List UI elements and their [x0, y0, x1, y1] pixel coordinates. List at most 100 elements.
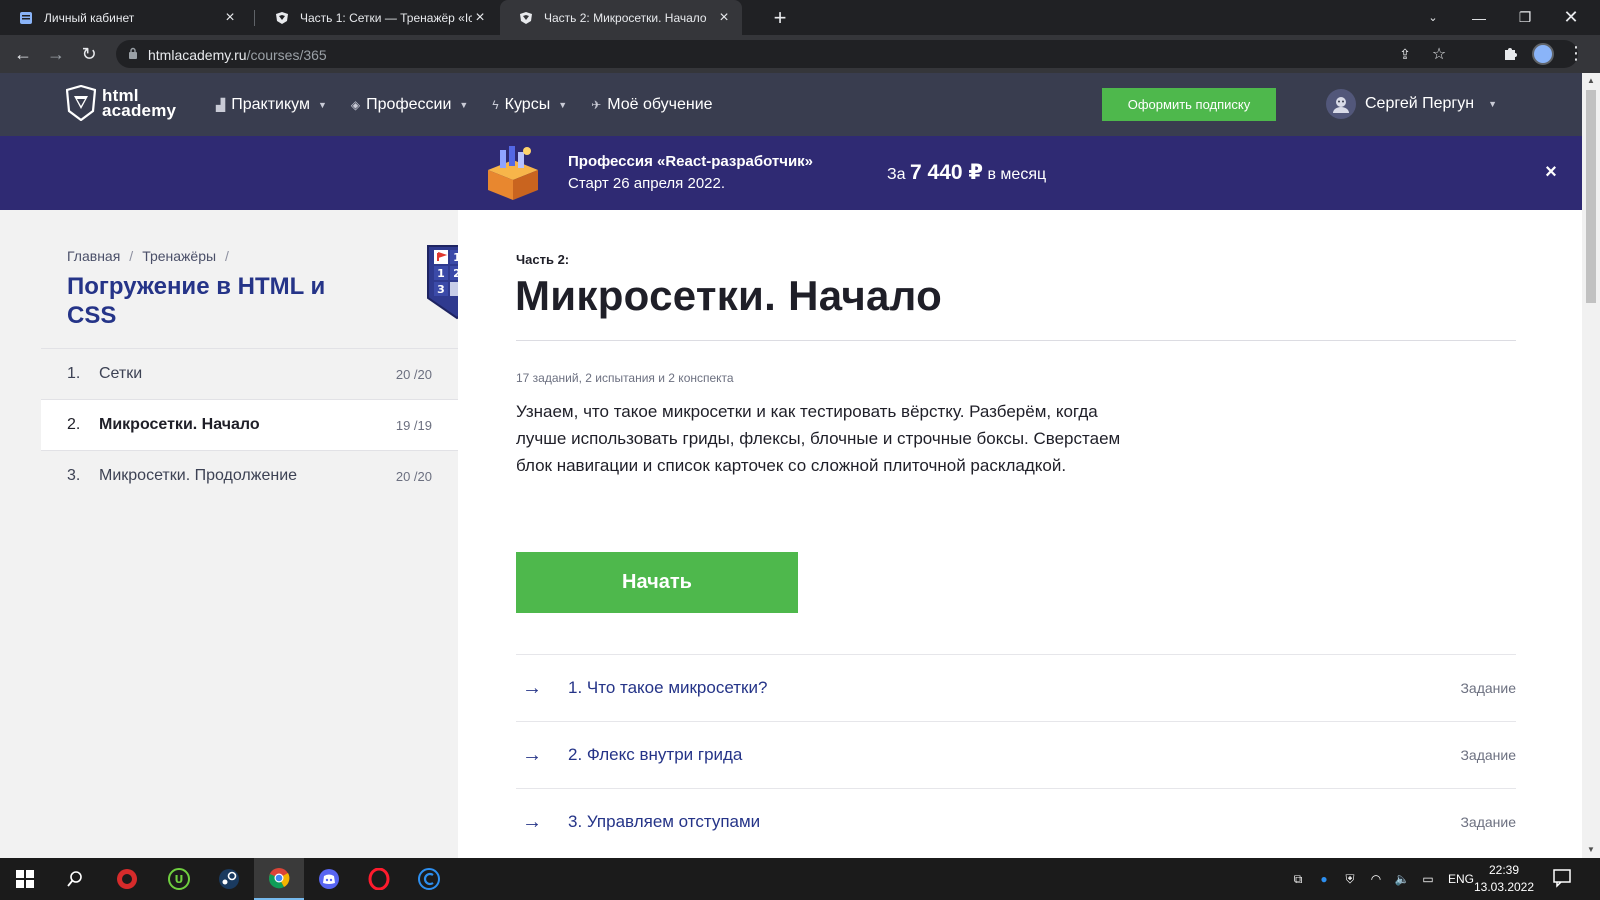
- network-vpn-icon[interactable]: ●: [1314, 872, 1334, 886]
- close-window-icon[interactable]: ✕: [1548, 0, 1594, 35]
- svg-text:1: 1: [437, 267, 445, 280]
- profile-avatar[interactable]: [1532, 43, 1554, 65]
- utorrent-icon[interactable]: U: [154, 858, 204, 900]
- tab-title: Личный кабинет: [44, 10, 135, 25]
- chapter-progress: 19 /19: [395, 417, 432, 433]
- back-icon[interactable]: ←: [10, 42, 36, 66]
- course-title: Погружение в HTML и CSS: [67, 273, 326, 329]
- chevron-down-icon: ▼: [317, 99, 327, 110]
- game-app-icon[interactable]: [102, 858, 152, 900]
- lightning-icon: ϟ: [492, 97, 499, 112]
- list-item[interactable]: → 3. Управляем отступами Задание: [516, 788, 1516, 855]
- bookmark-star-icon[interactable]: ☆: [1430, 45, 1448, 63]
- avatar: [1326, 89, 1356, 119]
- nav-item-professions[interactable]: ◈ Профессии ▼: [351, 96, 468, 114]
- chapter-progress: 20 /20: [395, 468, 432, 484]
- academy-shield-icon: [66, 85, 96, 121]
- part-label: Часть 2:: [516, 252, 570, 267]
- forward-icon[interactable]: →: [43, 42, 69, 66]
- nav-item-courses[interactable]: ϟ Курсы ▼: [492, 96, 567, 114]
- list-item[interactable]: 2. Микросетки. Начало 19 /19: [41, 399, 458, 450]
- price-value: 7 440 ₽: [910, 161, 984, 184]
- tab-title: Часть 1: Сетки — Тренажёр «Ic: [300, 10, 472, 25]
- wifi-icon[interactable]: ◠: [1366, 872, 1386, 886]
- close-tab-icon[interactable]: ×: [472, 9, 488, 27]
- page-scrollbar[interactable]: ▲ ▼: [1582, 73, 1600, 858]
- tab-search-icon[interactable]: ⌄: [1410, 0, 1456, 35]
- minimize-window-icon[interactable]: —: [1456, 0, 1502, 35]
- promo-subtitle: Старт 26 апреля 2022.: [568, 175, 726, 192]
- promo-banner[interactable]: Профессия «React-разработчик» Старт 26 а…: [0, 136, 1582, 210]
- tab-title: Часть 2: Микросетки. Начало: [544, 10, 707, 25]
- task-type: Задание: [1460, 747, 1516, 763]
- list-item[interactable]: → 2. Флекс внутри грида Задание: [516, 721, 1516, 788]
- search-icon[interactable]: [50, 858, 100, 900]
- lesson-description: Узнаем, что такое микросетки и как тести…: [516, 402, 1121, 475]
- breadcrumb-link-home[interactable]: Главная: [67, 248, 120, 264]
- close-tab-icon[interactable]: ×: [222, 9, 238, 27]
- security-shield-icon[interactable]: ⛨: [1340, 872, 1360, 887]
- tab-part-1[interactable]: Часть 1: Сетки — Тренажёр «Ic ×: [256, 0, 498, 35]
- clock-time: 22:39: [1488, 863, 1520, 877]
- ccleaner-icon[interactable]: [404, 858, 454, 900]
- windows-start-icon[interactable]: [0, 858, 50, 900]
- lesson-summary: 17 заданий, 2 испытания и 2 конспекта: [516, 371, 734, 385]
- browser-menu-icon[interactable]: ⋮: [1566, 43, 1586, 63]
- list-item[interactable]: 1. Сетки 20 /20: [41, 348, 458, 399]
- volume-icon[interactable]: 🔈: [1392, 872, 1412, 886]
- promo-title: Профессия «React-разработчик»: [568, 153, 814, 170]
- list-item[interactable]: 3. Микросетки. Продолжение 20 /20: [41, 450, 458, 501]
- browser-toolbar: ← → ↻ htmlacademy.ru/courses/365 ⇪ ☆ ⋮: [0, 35, 1600, 73]
- arrow-right-icon: →: [522, 676, 542, 699]
- promo-box-illustration: [488, 146, 538, 200]
- extensions-puzzle-icon[interactable]: [1500, 44, 1520, 64]
- breadcrumb: Главная / Тренажёры /: [67, 248, 238, 264]
- lesson-content: Часть 2: Микросетки. Начало 17 заданий, …: [458, 210, 1582, 858]
- subscribe-button[interactable]: Оформить подписку: [1102, 88, 1276, 121]
- close-tab-icon[interactable]: ×: [716, 9, 732, 27]
- opera-icon[interactable]: [354, 858, 404, 900]
- lock-icon: [128, 47, 138, 65]
- url-host: htmlacademy.ru: [148, 47, 247, 63]
- chapter-name: Сетки: [99, 365, 143, 382]
- list-item[interactable]: → 1. Что такое микросетки? Задание: [516, 654, 1516, 721]
- discord-icon[interactable]: [304, 858, 354, 900]
- tray-app-icon[interactable]: ⧉: [1288, 872, 1308, 887]
- chapter-name: Микросетки. Начало: [99, 416, 260, 433]
- task-title: 1. Что такое микросетки?: [568, 678, 768, 697]
- chapter-progress: 20 /20: [395, 366, 432, 382]
- notifications-icon[interactable]: [1552, 868, 1576, 890]
- site-header: html academy ▟ Практикум ▼ ◈ Профессии ▼…: [0, 73, 1582, 136]
- bar-chart-icon: ▟: [216, 97, 226, 112]
- tab-personal-cabinet[interactable]: Личный кабинет ×: [0, 0, 248, 35]
- reload-icon[interactable]: ↻: [76, 42, 102, 66]
- nav-item-my-learning[interactable]: ✈ Моё обучение: [591, 96, 712, 114]
- chapter-number: 1.: [67, 365, 81, 382]
- nav-item-praktikum[interactable]: ▟ Практикум ▼: [216, 96, 327, 114]
- graduation-cap-icon: ◈: [350, 97, 361, 112]
- address-bar[interactable]: htmlacademy.ru/courses/365 ⇪ ☆: [116, 40, 1578, 68]
- svg-text:U: U: [175, 873, 184, 886]
- scrollbar-thumb[interactable]: [1586, 90, 1596, 303]
- price-prefix: За: [887, 166, 906, 183]
- price-suffix: в месяц: [987, 166, 1047, 183]
- close-icon[interactable]: ×: [1540, 161, 1562, 183]
- task-list: → 1. Что такое микросетки? Задание → 2. …: [516, 654, 1516, 855]
- scroll-down-arrow-icon[interactable]: ▼: [1582, 842, 1600, 858]
- task-title: 2. Флекс внутри грида: [568, 745, 743, 764]
- system-clock[interactable]: 22:39 13.03.2022: [1470, 862, 1538, 896]
- windows-taskbar: U ⧉ ● ⛨ ◠ 🔈 ▭ ENG 22:39 13.03.2022: [0, 858, 1600, 900]
- steam-icon[interactable]: [204, 858, 254, 900]
- battery-icon[interactable]: ▭: [1418, 872, 1438, 886]
- start-button[interactable]: Начать: [516, 552, 798, 613]
- share-icon[interactable]: ⇪: [1396, 45, 1414, 63]
- academy-logo[interactable]: html academy: [66, 85, 176, 121]
- restore-window-icon[interactable]: ❐: [1502, 0, 1548, 35]
- new-tab-button[interactable]: +: [768, 0, 792, 35]
- nav-item-label: Практикум: [231, 95, 310, 113]
- tab-part-2[interactable]: Часть 2: Микросетки. Начало ×: [500, 0, 742, 35]
- chrome-icon[interactable]: [254, 858, 304, 900]
- breadcrumb-link-trainers[interactable]: Тренажёры: [142, 248, 216, 264]
- scroll-up-arrow-icon[interactable]: ▲: [1582, 73, 1600, 89]
- user-menu[interactable]: Сергей Пергун ▼: [1326, 87, 1497, 121]
